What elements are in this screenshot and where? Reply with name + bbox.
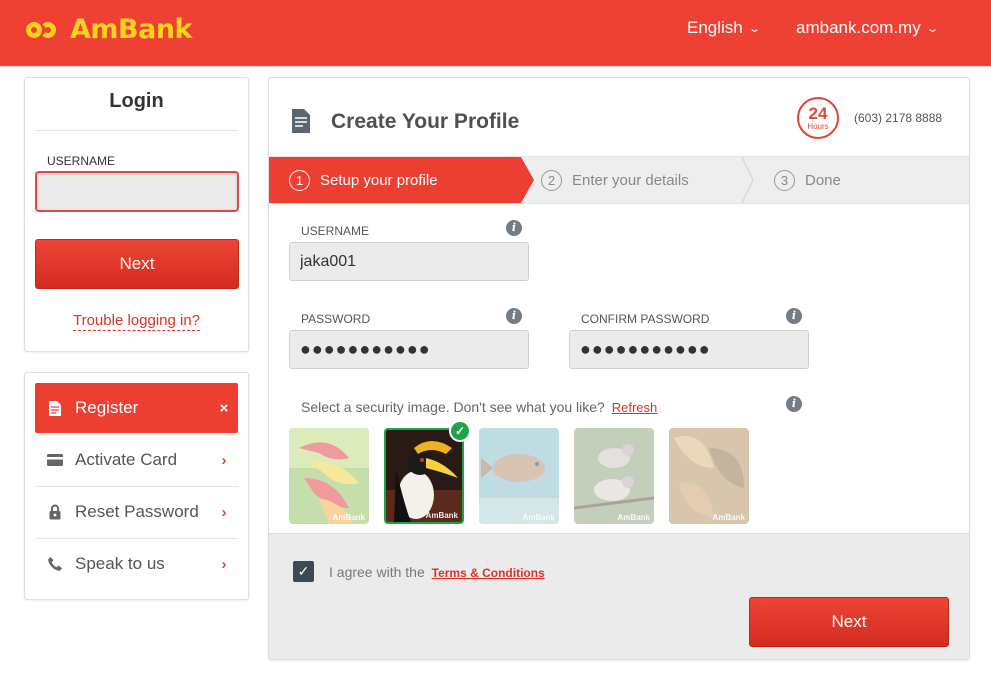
terms-agreement: I agree with the Terms & Conditions bbox=[329, 564, 545, 580]
security-image-heliconia[interactable]: AmBank bbox=[289, 428, 369, 524]
refresh-link[interactable]: Refresh bbox=[612, 400, 658, 415]
confirm-password-info-icon[interactable]: i bbox=[786, 308, 802, 324]
chevron-down-icon: ⌄ bbox=[747, 22, 761, 35]
language-dropdown[interactable]: English ⌄ bbox=[687, 18, 761, 38]
step-separator-icon bbox=[741, 157, 754, 203]
document-icon bbox=[35, 400, 75, 417]
confirm-password-input[interactable] bbox=[569, 330, 809, 369]
agree-text: I agree with the bbox=[329, 564, 425, 580]
lock-icon bbox=[35, 504, 75, 520]
ambank-watermark: AmBank bbox=[332, 513, 365, 522]
ambank-logo[interactable]: AmBank bbox=[26, 14, 193, 45]
terms-conditions-link[interactable]: Terms & Conditions bbox=[432, 566, 545, 580]
green-pigeons-image bbox=[574, 428, 654, 524]
menu-item-reset-password[interactable]: Reset Password › bbox=[35, 487, 238, 537]
ambank-logo-mark-icon bbox=[26, 18, 62, 42]
document-icon bbox=[292, 109, 310, 133]
card-icon bbox=[35, 454, 75, 466]
menu-item-label: Register bbox=[75, 398, 139, 417]
chevron-down-icon: ⌄ bbox=[925, 22, 939, 35]
username-label: USERNAME bbox=[301, 224, 370, 238]
progress-steps: 1 Setup your profile 2 Enter your detail… bbox=[269, 156, 969, 204]
menu-item-speak-to-us[interactable]: Speak to us › bbox=[35, 539, 238, 589]
menu-item-activate-card[interactable]: Activate Card › bbox=[35, 435, 238, 485]
hotline-hours-text: Hours bbox=[807, 122, 829, 131]
confirm-password-label: CONFIRM PASSWORD bbox=[581, 312, 710, 326]
step-label: Setup your profile bbox=[320, 171, 438, 189]
trouble-logging-in-link[interactable]: Trouble logging in? bbox=[72, 312, 201, 331]
step-enter-details: 2 Enter your details bbox=[541, 157, 689, 203]
hornbill-bird-image bbox=[386, 430, 462, 522]
security-image-hornbill[interactable]: AmBank bbox=[384, 428, 464, 524]
chevron-right-icon: › bbox=[221, 555, 227, 573]
language-label: English bbox=[687, 18, 743, 37]
hotline-hours-number: 24 bbox=[808, 104, 828, 123]
page-title: Create Your Profile bbox=[331, 110, 520, 133]
menu-item-label: Activate Card bbox=[75, 450, 178, 469]
username-input[interactable] bbox=[289, 242, 529, 281]
trouble-logging-in: Trouble logging in? bbox=[25, 312, 248, 331]
login-panel: Login USERNAME Next Trouble logging in? bbox=[24, 77, 249, 352]
site-dropdown[interactable]: ambank.com.my ⌄ bbox=[796, 18, 939, 38]
options-menu: Register × Activate Card › Reset Passwor… bbox=[24, 372, 249, 600]
step-number: 1 bbox=[289, 169, 310, 191]
security-image-leaves[interactable]: AmBank bbox=[669, 428, 749, 524]
login-next-button[interactable]: Next bbox=[35, 239, 239, 289]
step-done: 3 Done bbox=[774, 157, 841, 203]
security-image-pigeons[interactable]: AmBank bbox=[574, 428, 654, 524]
menu-item-label: Reset Password bbox=[75, 502, 199, 521]
form-footer: ✓ I agree with the Terms & Conditions Ne… bbox=[269, 533, 969, 659]
site-label: ambank.com.my bbox=[796, 18, 921, 37]
menu-item-label: Speak to us bbox=[75, 554, 165, 573]
password-input[interactable] bbox=[289, 330, 529, 369]
next-button[interactable]: Next bbox=[749, 597, 949, 647]
step-label: Enter your details bbox=[572, 171, 689, 189]
ambank-watermark: AmBank bbox=[617, 513, 650, 522]
24-hours-icon: 24 Hours bbox=[797, 97, 839, 139]
security-image-prompt: Select a security image. Don't see what … bbox=[301, 399, 657, 415]
top-bar: AmBank English ⌄ ambank.com.my ⌄ bbox=[0, 0, 991, 67]
hotline-phone: (603) 2178 8888 bbox=[854, 111, 943, 125]
login-username-input[interactable] bbox=[35, 171, 239, 212]
chevron-right-icon: › bbox=[221, 451, 227, 469]
step-number: 3 bbox=[774, 169, 795, 191]
step-number: 2 bbox=[541, 169, 562, 191]
selected-check-icon: ✓ bbox=[449, 420, 471, 442]
phone-icon bbox=[35, 556, 75, 572]
ambank-watermark: AmBank bbox=[425, 511, 458, 520]
terms-checkbox[interactable]: ✓ bbox=[293, 561, 314, 582]
security-image-text: Select a security image. Don't see what … bbox=[301, 399, 605, 415]
username-info-icon[interactable]: i bbox=[506, 220, 522, 236]
close-icon[interactable]: × bbox=[210, 400, 238, 417]
chevron-right-icon: › bbox=[221, 503, 227, 521]
security-image-reef-fish[interactable]: AmBank bbox=[479, 428, 559, 524]
login-username-label: USERNAME bbox=[47, 154, 116, 168]
reef-fish-image bbox=[479, 428, 559, 524]
login-title: Login bbox=[109, 90, 164, 112]
step-label: Done bbox=[805, 171, 841, 189]
password-label: PASSWORD bbox=[301, 312, 371, 326]
step-setup-profile: 1 Setup your profile bbox=[269, 157, 521, 203]
divider bbox=[35, 130, 238, 131]
brand-name: AmBank bbox=[70, 14, 193, 45]
ambank-watermark: AmBank bbox=[712, 513, 745, 522]
step-arrow bbox=[521, 157, 534, 203]
heliconia-flower-image bbox=[289, 428, 369, 524]
create-profile-panel: Create Your Profile 24 Hours (603) 2178 … bbox=[268, 77, 970, 660]
password-info-icon[interactable]: i bbox=[506, 308, 522, 324]
dry-leaves-image bbox=[669, 428, 749, 524]
ambank-watermark: AmBank bbox=[522, 513, 555, 522]
menu-item-register[interactable]: Register × bbox=[35, 383, 238, 433]
security-image-info-icon[interactable]: i bbox=[786, 396, 802, 412]
